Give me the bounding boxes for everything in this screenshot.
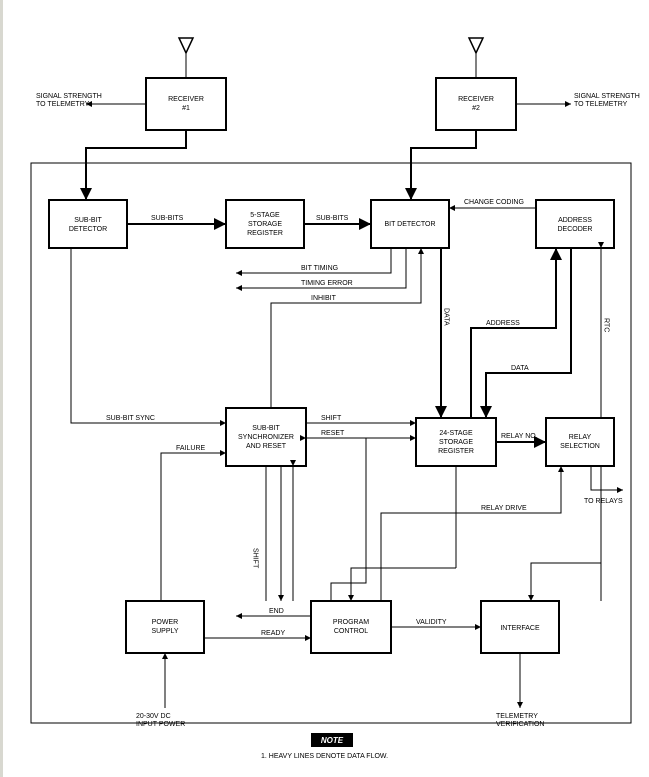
- antenna-left-icon: [179, 38, 193, 78]
- svg-text:RELAY DRIVE: RELAY DRIVE: [481, 505, 527, 512]
- svg-text:TO RELAYS: TO RELAYS: [584, 498, 623, 505]
- twentyfour-stage-register-block: 24-STAGESTORAGEREGISTER: [416, 418, 496, 466]
- relay-selection-block: RELAYSELECTION: [546, 418, 614, 466]
- svg-text:TELEMETRYVERIFICATION: TELEMETRYVERIFICATION: [496, 713, 544, 728]
- block-diagram: RECEIVER#1 SIGNAL STRENGTHTO TELEMETRY R…: [11, 8, 644, 769]
- svg-text:ADDRESS: ADDRESS: [486, 320, 520, 327]
- svg-text:NOTE: NOTE: [321, 736, 344, 745]
- svg-text:SIGNAL STRENGTHTO TELEMETRY: SIGNAL STRENGTHTO TELEMETRY: [36, 93, 102, 108]
- svg-text:FAILURE: FAILURE: [176, 445, 206, 452]
- receiver-1-block: RECEIVER#1: [146, 78, 226, 130]
- svg-text:CHANGE CODING: CHANGE CODING: [464, 199, 524, 206]
- note-text: 1. HEAVY LINES DENOTE DATA FLOW.: [261, 753, 388, 760]
- svg-text:RTC: RTC: [603, 318, 610, 332]
- svg-text:READY: READY: [261, 630, 285, 637]
- svg-text:DATA: DATA: [443, 308, 450, 326]
- note-badge: NOTE: [311, 733, 353, 747]
- receiver-2-block: RECEIVER#2: [436, 78, 516, 130]
- svg-text:20-30V DCINPUT POWER: 20-30V DCINPUT POWER: [136, 713, 185, 728]
- five-stage-register-block: 5-STAGESTORAGEREGISTER: [226, 200, 304, 248]
- svg-text:RELAY NO.: RELAY NO.: [501, 433, 538, 440]
- svg-text:VALIDITY: VALIDITY: [416, 619, 447, 626]
- interface-block: INTERFACE: [481, 601, 559, 653]
- svg-text:SUB-BIT SYNC: SUB-BIT SYNC: [106, 415, 155, 422]
- svg-text:DATA: DATA: [511, 365, 529, 372]
- svg-text:INHIBIT: INHIBIT: [311, 295, 337, 302]
- svg-text:SHIFT: SHIFT: [321, 415, 342, 422]
- svg-text:RESET: RESET: [321, 430, 345, 437]
- svg-text:END: END: [269, 608, 284, 615]
- address-decoder-block: ADDRESSDECODER: [536, 200, 614, 248]
- svg-text:SHIFT: SHIFT: [252, 548, 259, 569]
- antenna-right-icon: [469, 38, 483, 78]
- svg-text:24-STAGESTORAGEREGISTER: 24-STAGESTORAGEREGISTER: [438, 430, 474, 455]
- svg-text:5-STAGESTORAGEREGISTER: 5-STAGESTORAGEREGISTER: [247, 212, 283, 237]
- program-control-block: PROGRAMCONTROL: [311, 601, 391, 653]
- svg-text:TIMING ERROR: TIMING ERROR: [301, 280, 353, 287]
- svg-text:BIT DETECTOR: BIT DETECTOR: [384, 221, 435, 228]
- svg-text:SUB-BITS: SUB-BITS: [316, 215, 349, 222]
- sub-bit-synchronizer-block: SUB-BITSYNCHRONIZERAND RESET: [226, 408, 306, 466]
- svg-text:BIT TIMING: BIT TIMING: [301, 265, 338, 272]
- svg-text:SIGNAL STRENGTHTO TELEMETRY: SIGNAL STRENGTHTO TELEMETRY: [574, 93, 640, 108]
- sub-bit-detector-block: SUB-BITDETECTOR: [49, 200, 127, 248]
- power-supply-block: POWERSUPPLY: [126, 601, 204, 653]
- svg-text:SUB-BITS: SUB-BITS: [151, 215, 184, 222]
- bit-detector-block: BIT DETECTOR: [371, 200, 449, 248]
- svg-text:INTERFACE: INTERFACE: [500, 625, 540, 632]
